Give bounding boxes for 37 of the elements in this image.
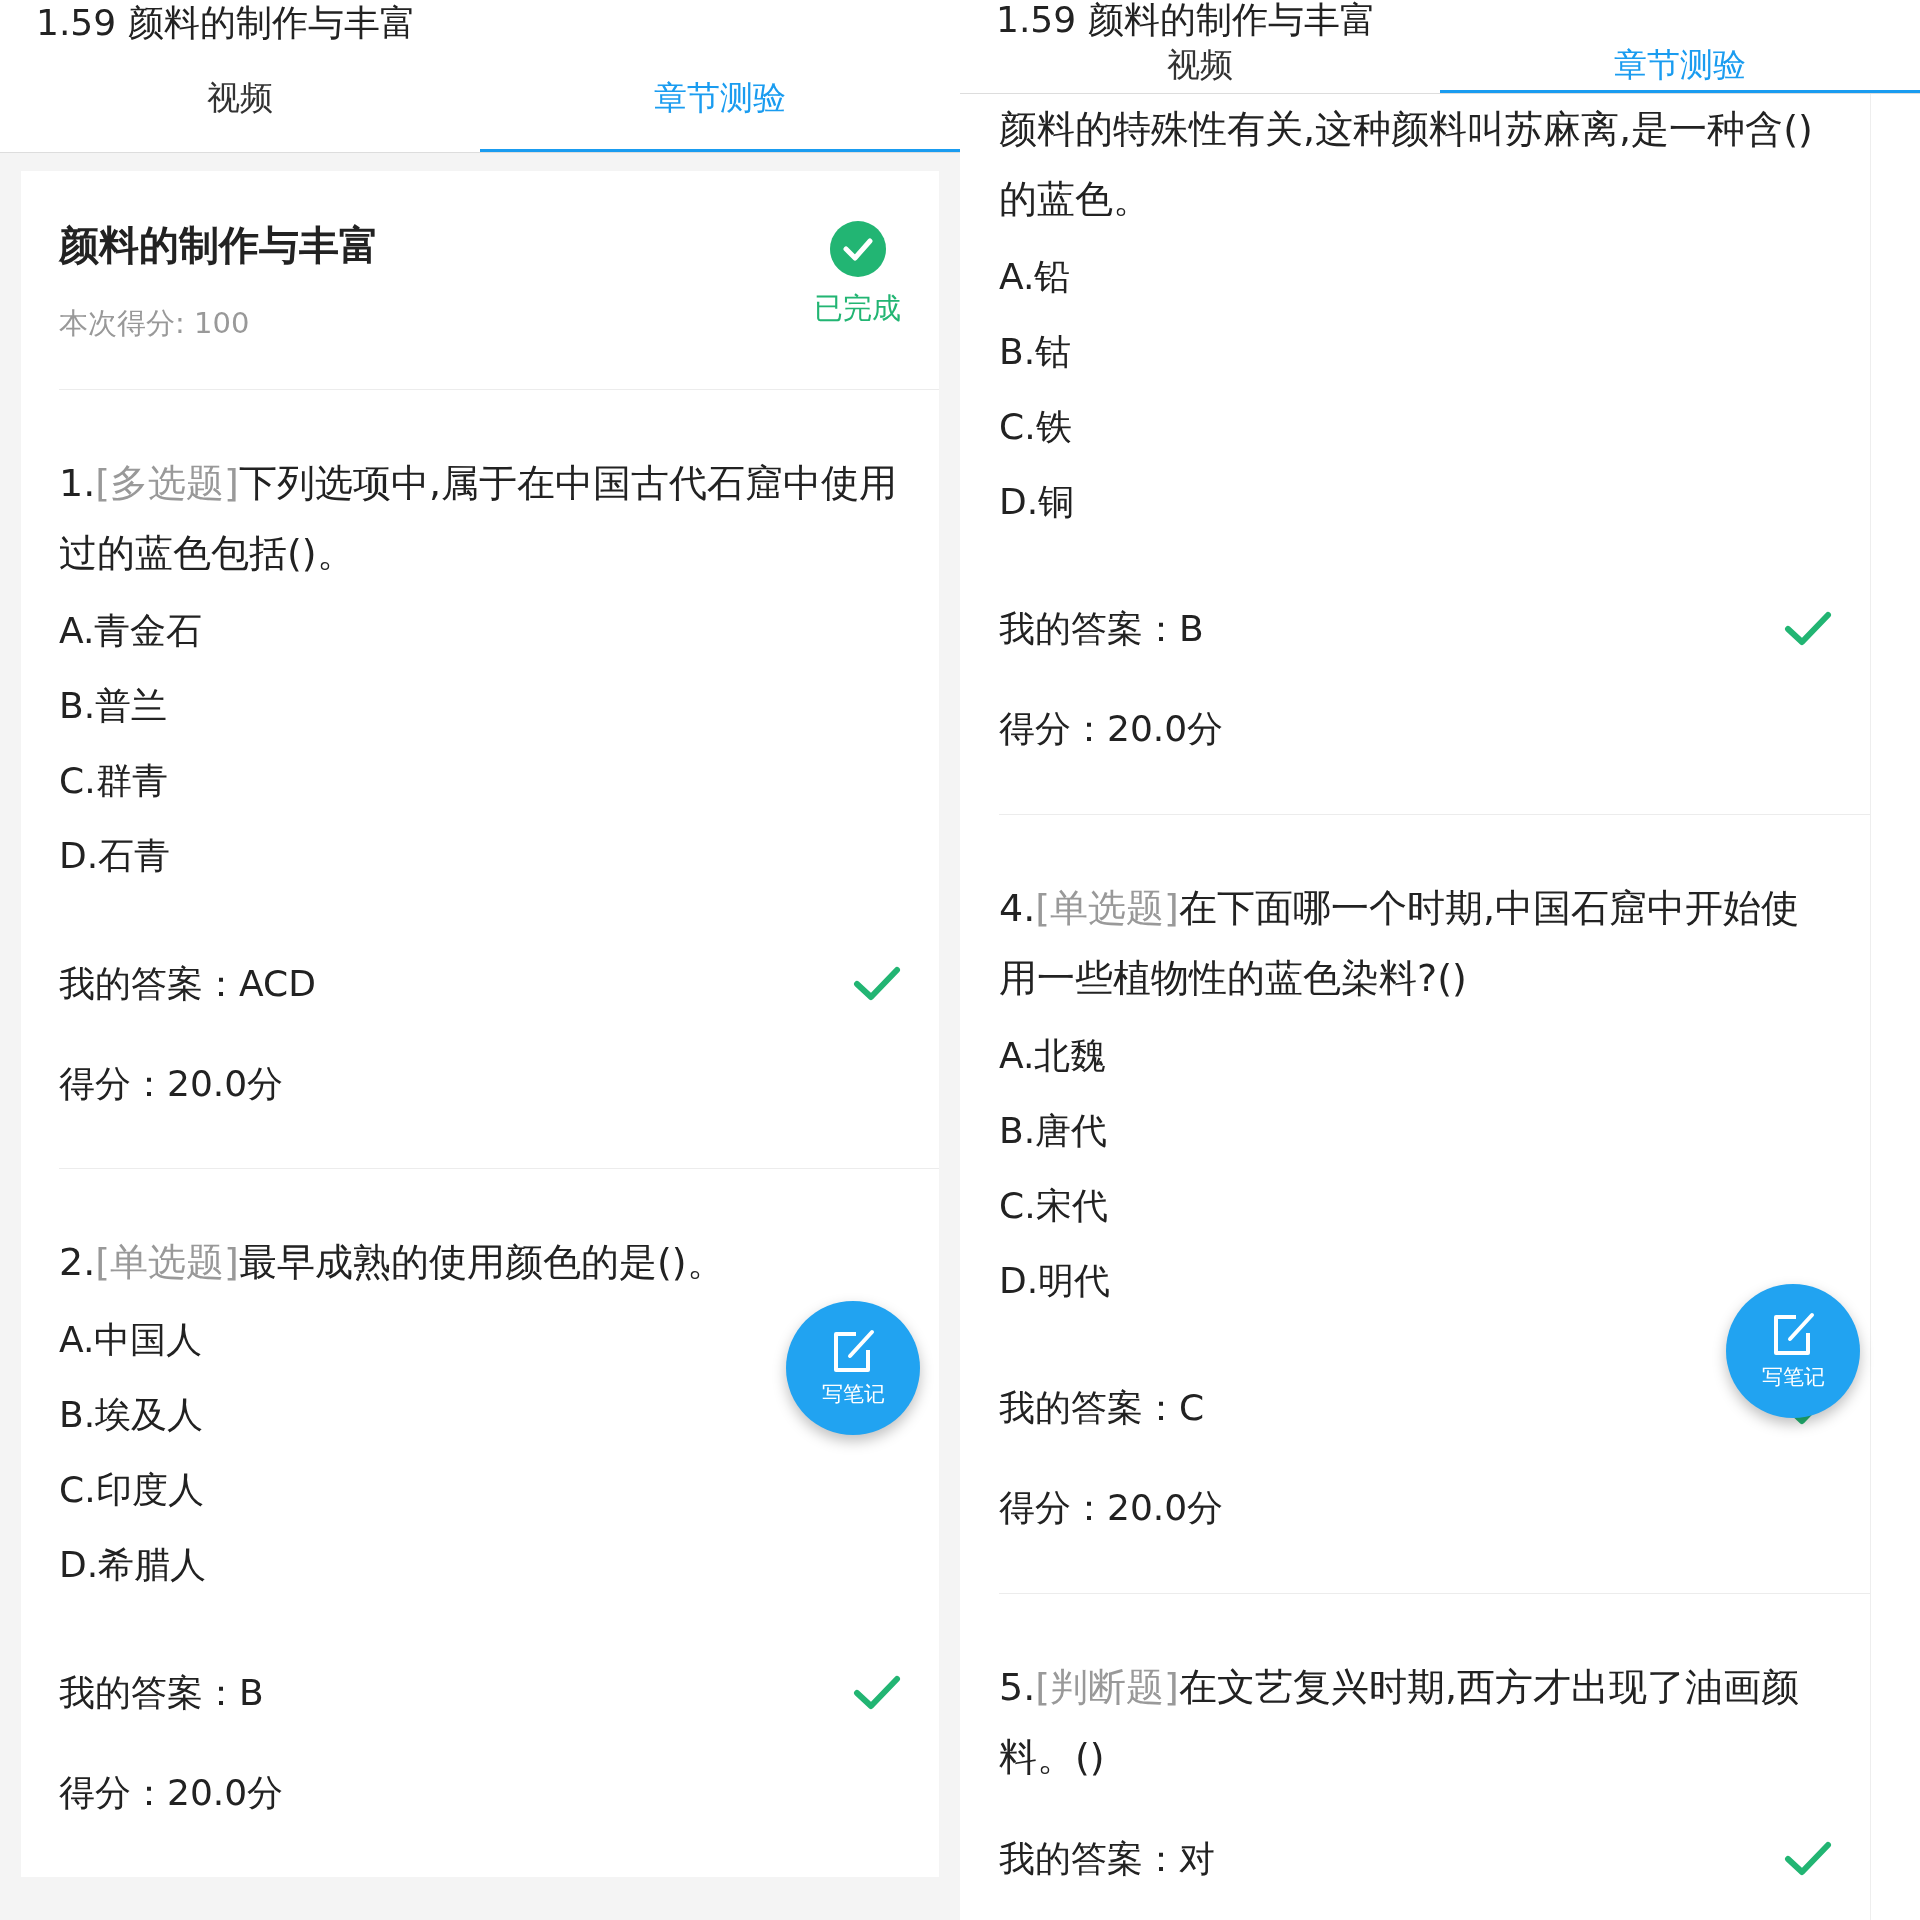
tab[interactable]: 视频 [0,46,480,152]
score-text: 得分：20.0分 [59,1061,284,1106]
option-text: A.北魏 [999,1033,1107,1078]
option-text: B.唐代 [999,1108,1108,1153]
score-text: 得分：20.0分 [999,1486,1224,1530]
option-text: C.印度人 [59,1468,204,1512]
option-text: B.普兰 [59,684,168,728]
page-title: 1.59 颜料的制作与丰富 [996,0,1376,40]
option-text: D.明代 [999,1258,1111,1303]
score-text: 得分：20.0分 [59,1770,284,1815]
quiz-title: 颜料的制作与丰富 [59,221,379,270]
option-text: A.铅 [999,254,1071,299]
my-answer: 我的答案：对 [999,1837,1215,1881]
tab[interactable]: 视频 [960,40,1440,93]
option-text: C.铁 [999,404,1072,449]
question-text: 5.[判断题]在文艺复兴时期,西方才出现了油画颜料。() [999,1663,1800,1781]
score-text: 得分：20.0分 [999,707,1224,751]
option-text: D.铜 [999,479,1075,524]
question-text: 颜料的特殊性有关,这种颜料叫苏麻离,是一种含()的蓝色。 [999,105,1814,223]
page-title: 1.59 颜料的制作与丰富 [36,3,416,43]
question-text: 4.[单选题]在下面哪一个时期,中国石窟中开始使用一些植物性的蓝色染料?() [999,884,1800,1002]
option-text: D.希腊人 [59,1543,207,1587]
option-text: A.青金石 [59,609,203,653]
option-text: B.钴 [999,329,1072,374]
option-text: C.群青 [59,759,168,803]
my-answer: 我的答案：B [59,1670,264,1715]
status-text: 已完成 [814,290,901,327]
option-text: C.宋代 [999,1183,1108,1228]
my-answer: 我的答案：C [999,1386,1205,1430]
my-answer: 我的答案：ACD [59,961,316,1006]
question-text: 1.[多选题]下列选项中,属于在中国古代石窟中使用过的蓝色包括()。 [59,460,898,577]
option-text: D.石青 [59,834,171,878]
total-score: 本次得分: 100 [59,305,251,342]
option-text: A.中国人 [59,1318,203,1362]
my-answer: 我的答案：B [999,607,1204,651]
option-text: B.埃及人 [59,1393,204,1437]
question-text: 2.[单选题]最早成熟的使用颜色的是()。 [59,1239,726,1286]
